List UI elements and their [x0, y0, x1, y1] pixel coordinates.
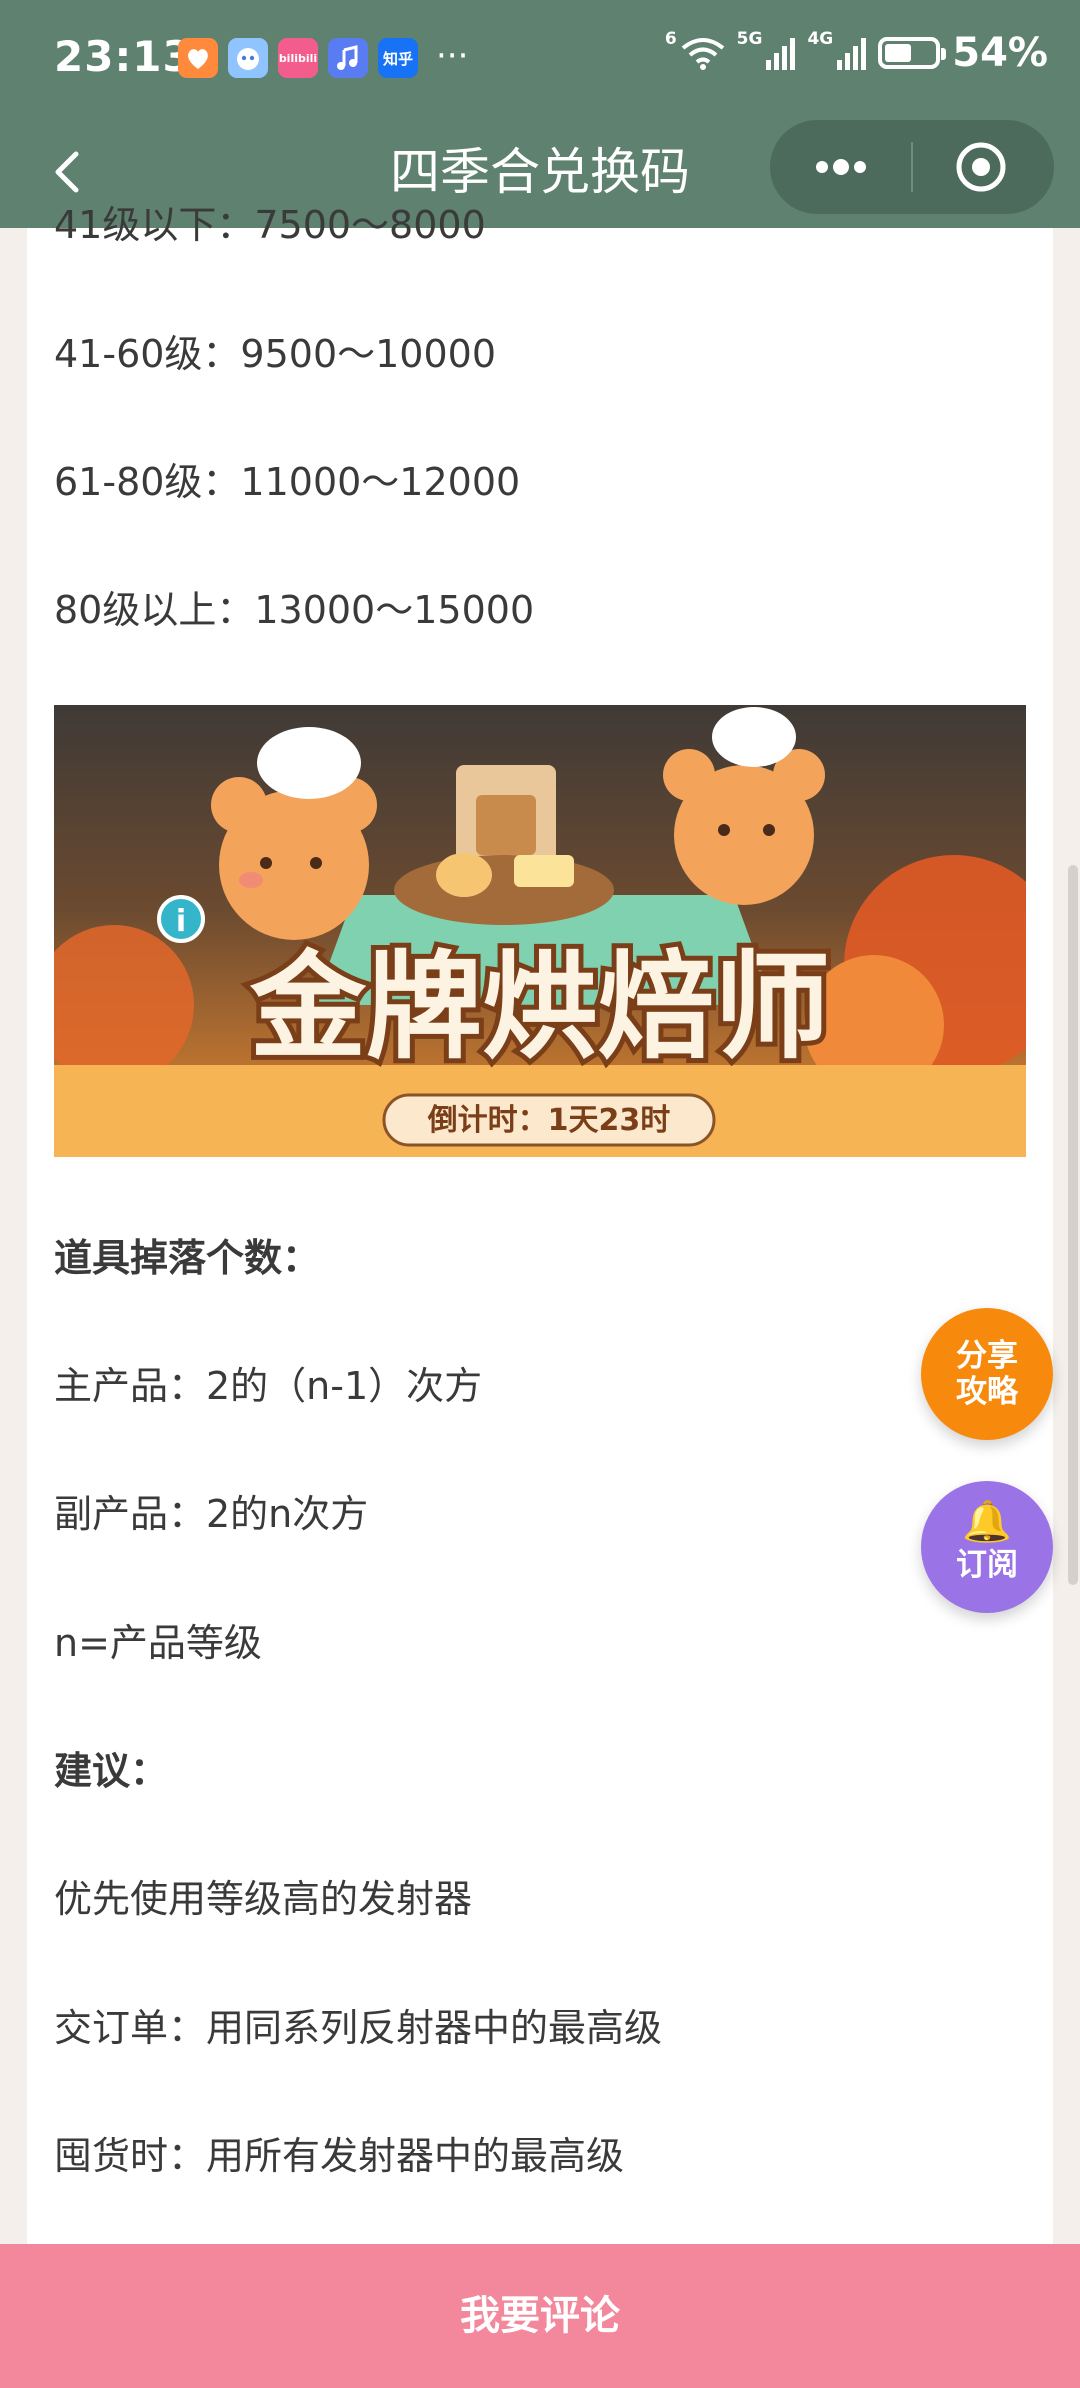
system-indicators: 6 5G 4G 54%	[665, 30, 1048, 76]
sub-product-rule: 副产品：2的n次方	[54, 1492, 369, 1536]
banner-title: 金牌烘焙师	[249, 940, 830, 1075]
comment-button[interactable]: 我要评论	[0, 2244, 1080, 2388]
subscribe-button[interactable]: 🔔 订阅	[921, 1481, 1053, 1613]
n-definition: n=产品等级	[54, 1621, 262, 1665]
signal-4g-icon	[837, 36, 867, 70]
advice-item-3: 囤货时：用所有发射器中的最高级	[54, 2134, 625, 2178]
network-4g-label: 4G	[807, 28, 834, 49]
back-button[interactable]	[42, 142, 102, 202]
close-mini-program-button[interactable]	[954, 140, 1008, 194]
banner-illustration: i 金牌烘焙师 倒计时：1天23时	[54, 705, 1026, 1157]
advice-item-1: 优先使用等级高的发射器	[54, 1877, 473, 1921]
event-banner-image[interactable]: i 金牌烘焙师 倒计时：1天23时	[54, 705, 1026, 1157]
level-range-1: 41级以下：7500～8000	[54, 203, 486, 247]
health-app-icon	[178, 38, 218, 78]
info-badge: i	[176, 904, 186, 939]
chevron-left-icon	[55, 151, 79, 193]
wifi-icon	[681, 38, 724, 70]
network-5g-label: 5G	[736, 28, 763, 49]
article-content: 41级以下：7500～8000 41-60级：9500～10000 61-80级…	[27, 203, 1053, 2244]
notification-icons: bilibili 知乎	[178, 38, 418, 78]
robot-app-icon	[228, 38, 268, 78]
drop-heading: 道具掉落个数：	[54, 1236, 321, 1280]
subscribe-label: 订阅	[956, 1547, 1018, 1583]
more-notifications-indicator: ···	[436, 36, 469, 76]
bell-icon: 🔔	[962, 1499, 1012, 1545]
level-range-4: 80级以上：13000～15000	[54, 588, 535, 632]
share-label-line2: 攻略	[956, 1374, 1018, 1410]
battery-fill	[885, 44, 912, 62]
level-range-3: 61-80级：11000～12000	[54, 460, 521, 504]
zhihu-label: 知乎	[382, 49, 413, 68]
advice-heading: 建议：	[54, 1749, 169, 1793]
advice-item-2: 交订单：用同系列反射器中的最高级	[54, 2006, 663, 2050]
more-dots-icon	[816, 159, 866, 175]
target-icon	[956, 142, 1006, 192]
level-range-2: 41-60级：9500～10000	[54, 332, 497, 376]
signal-5g-icon	[766, 36, 796, 70]
zhihu-icon: 知乎	[378, 38, 418, 78]
bilibili-label: bilibili	[278, 51, 318, 65]
music-app-icon	[328, 38, 368, 78]
banner-countdown: 倒计时：1天23时	[427, 1103, 671, 1138]
top-bar: 23:13 bilibili 知乎 ··· 6 5G 4G 54% 四季合兑换码	[0, 0, 1080, 228]
share-guide-label: 分享 攻略	[921, 1338, 1053, 1410]
more-button[interactable]	[808, 140, 874, 194]
battery-icon	[878, 37, 947, 69]
wifi-label: 6	[664, 28, 677, 49]
battery-percent: 54%	[952, 30, 1048, 76]
mini-program-capsule	[770, 120, 1054, 214]
scrollbar[interactable]	[1068, 865, 1078, 1585]
share-label-line1: 分享	[956, 1338, 1018, 1374]
share-guide-button[interactable]: 分享 攻略	[921, 1308, 1053, 1440]
main-product-rule: 主产品：2的（n-1）次方	[54, 1364, 483, 1408]
capsule-divider	[911, 142, 913, 192]
bilibili-icon: bilibili	[278, 38, 318, 78]
status-bar: 23:13 bilibili 知乎 ··· 6 5G 4G 54%	[0, 0, 1080, 118]
clock: 23:13	[54, 32, 193, 81]
